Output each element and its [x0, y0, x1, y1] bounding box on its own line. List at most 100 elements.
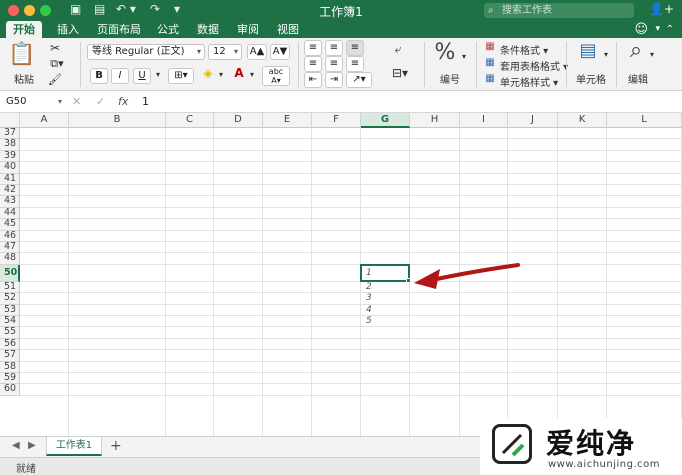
cells-icon[interactable]: ▤	[574, 40, 602, 61]
orientation-icon[interactable]: ↗▾	[346, 72, 372, 88]
add-sheet-button[interactable]: +	[110, 438, 122, 454]
align-left-icon[interactable]: ≡	[304, 56, 322, 72]
name-box[interactable]: G50 ▾	[4, 94, 64, 110]
row-gridline	[20, 195, 682, 197]
cell-G52[interactable]: 3	[366, 293, 372, 303]
sheet-tab-1[interactable]: 工作表1	[46, 437, 102, 456]
column-header-B[interactable]: B	[69, 113, 166, 128]
editing-dropdown-icon[interactable]: ▾	[648, 50, 656, 59]
border-button[interactable]: ⊞▾	[168, 68, 194, 84]
format-painter-icon[interactable]: 🖌	[48, 73, 62, 86]
column-gridline	[557, 128, 558, 436]
insert-function-icon[interactable]: fx	[118, 94, 128, 110]
column-header-H[interactable]: H	[410, 113, 460, 128]
tab-view[interactable]: 视图	[270, 21, 306, 38]
cell-G51[interactable]: 2	[366, 282, 372, 292]
copy-icon[interactable]: ⧉▾	[48, 57, 66, 71]
underline-button[interactable]: U	[133, 68, 151, 84]
search-placeholder: 搜索工作表	[502, 5, 552, 16]
wrap-text-icon[interactable]: ⤶	[388, 42, 408, 57]
number-format-dropdown-icon[interactable]: ▾	[460, 52, 468, 61]
formula-input[interactable]: 1	[142, 94, 149, 110]
confirm-entry-icon[interactable]: ✓	[96, 94, 105, 110]
worksheet-grid[interactable]: A B C D E F G H I J K L 37 38 39 40 41 42 43 44 45 46 47 48 50 51…	[0, 113, 682, 436]
next-sheet-icon[interactable]: ▶	[28, 440, 36, 451]
row-gridline	[20, 394, 682, 396]
grow-font-button[interactable]: A▲	[247, 44, 267, 60]
column-header-C[interactable]: C	[166, 113, 214, 128]
cell-G53[interactable]: 4	[366, 305, 372, 315]
align-center-icon[interactable]: ≡	[325, 56, 343, 72]
conditional-format-label: 条件格式	[500, 46, 540, 57]
cell-G54[interactable]: 5	[366, 316, 372, 326]
column-header-G[interactable]: G	[361, 113, 410, 128]
align-top-icon[interactable]: ≡	[304, 40, 322, 56]
align-middle-icon[interactable]: ≡	[325, 40, 343, 56]
decrease-indent-icon[interactable]: ⇤	[304, 72, 322, 88]
cells-dropdown-icon[interactable]: ▾	[602, 50, 610, 59]
tab-insert[interactable]: 插入	[50, 21, 86, 38]
row-header-48[interactable]: 48	[0, 253, 20, 265]
underline-dropdown-icon[interactable]: ▾	[153, 68, 163, 82]
ribbon-divider	[566, 42, 567, 87]
column-gridline	[165, 128, 166, 436]
row-header-57[interactable]: 57	[0, 349, 20, 362]
search-input[interactable]: ⌕ 搜索工作表	[484, 3, 634, 18]
row-header-60[interactable]: 60	[0, 384, 20, 396]
phonetic-button[interactable]: abc A▾	[262, 66, 290, 86]
tab-review[interactable]: 审阅	[230, 21, 266, 38]
feedback-caret-icon[interactable]: ▾	[655, 21, 660, 38]
column-header-L[interactable]: L	[607, 113, 682, 128]
share-user-icon[interactable]: 👤+	[649, 2, 674, 16]
align-right-icon[interactable]: ≡	[346, 56, 364, 72]
row-header-45[interactable]: 45	[0, 218, 20, 231]
tab-page-layout[interactable]: 页面布局	[90, 21, 148, 38]
ribbon-divider	[424, 42, 425, 87]
column-header-J[interactable]: J	[508, 113, 558, 128]
italic-button[interactable]: I	[111, 68, 129, 84]
select-all-corner[interactable]	[0, 113, 20, 128]
column-header-I[interactable]: I	[460, 113, 508, 128]
collapse-ribbon-icon[interactable]: ⌃	[666, 21, 674, 38]
table-format-button[interactable]: 套用表格格式 ▾	[500, 58, 568, 73]
prev-sheet-icon[interactable]: ◀	[12, 440, 20, 451]
align-bottom-icon[interactable]: ≡	[346, 40, 364, 56]
row-header-52[interactable]: 52	[0, 292, 20, 305]
bold-button[interactable]: B	[90, 68, 108, 84]
row-header-40[interactable]: 40	[0, 161, 20, 174]
font-color-dropdown-icon[interactable]: ▾	[247, 68, 257, 82]
increase-indent-icon[interactable]: ⇥	[325, 72, 343, 88]
row-header-50[interactable]: 50	[0, 264, 20, 282]
find-icon[interactable]: ⌕	[624, 38, 648, 63]
cancel-entry-icon[interactable]: ✕	[72, 94, 81, 110]
column-header-K[interactable]: K	[558, 113, 607, 128]
row-gridline	[20, 149, 682, 151]
fill-color-icon[interactable]: ◈	[199, 66, 217, 80]
feedback-smiley-icon[interactable]: ☺	[634, 21, 648, 38]
row-gridline	[20, 383, 682, 385]
shrink-font-button[interactable]: A▼	[270, 44, 290, 60]
column-header-F[interactable]: F	[312, 113, 361, 128]
row-gridline	[20, 372, 682, 373]
conditional-format-button[interactable]: 条件格式 ▾	[500, 42, 548, 57]
column-gridline	[68, 128, 69, 436]
column-header-D[interactable]: D	[214, 113, 263, 128]
clipboard-icon[interactable]: 📋	[8, 42, 35, 67]
merge-cells-icon[interactable]: ⊟▾	[388, 66, 412, 80]
column-header-E[interactable]: E	[263, 113, 312, 128]
percent-number-icon[interactable]: %	[432, 40, 458, 65]
row-gridline	[20, 360, 682, 362]
tab-data[interactable]: 数据	[190, 21, 226, 38]
arrow-head	[414, 269, 440, 289]
font-name-select[interactable]: 等线 Regular (正文) ▾	[87, 44, 205, 60]
cut-icon[interactable]: ✂	[48, 41, 62, 55]
column-header-A[interactable]: A	[20, 113, 69, 128]
editing-label: 编辑	[628, 75, 648, 86]
font-size-select[interactable]: 12 ▾	[208, 44, 242, 60]
tab-home[interactable]: 开始	[6, 21, 42, 38]
cell-styles-button[interactable]: 单元格样式 ▾	[500, 74, 558, 89]
row-gridline	[20, 349, 682, 351]
tab-formulas[interactable]: 公式	[150, 21, 186, 38]
font-color-icon[interactable]: A	[232, 66, 246, 80]
fill-color-dropdown-icon[interactable]: ▾	[216, 68, 226, 82]
